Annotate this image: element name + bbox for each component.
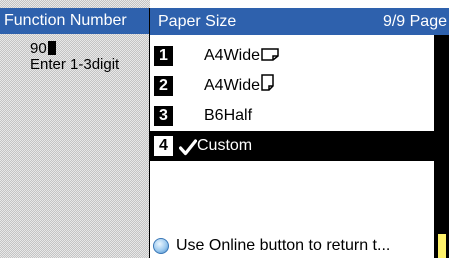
- paper-size-option-4[interactable]: 4 Custom: [150, 131, 434, 161]
- option-label: Custom: [197, 137, 253, 154]
- option-label-row: A4Wide: [204, 71, 274, 102]
- page-indicator: 9/9 Page: [382, 13, 447, 30]
- text-cursor-icon: [47, 41, 56, 55]
- option-label: A4Wide: [204, 77, 261, 94]
- option-label-row: A4Wide: [204, 41, 279, 72]
- scrollbar-track[interactable]: [434, 35, 449, 258]
- landscape-page-icon: [261, 42, 279, 72]
- paper-size-option-1[interactable]: 1 A4Wide: [150, 41, 434, 71]
- footer-text: Use Online button to return t...: [176, 237, 391, 254]
- option-number-badge: 3: [154, 106, 173, 126]
- paper-size-dialog: Paper Size 9/9 Page 1 A4Wide 2 A4Wide 3 …: [149, 8, 449, 258]
- option-label: B6Half: [204, 107, 253, 124]
- paper-size-list: 1 A4Wide 2 A4Wide 3 B6Half 4 Custom: [150, 41, 434, 161]
- function-number-hint: Enter 1-3digit: [30, 56, 120, 73]
- function-number-header: Function Number: [0, 8, 150, 34]
- function-number-value: 90: [30, 40, 47, 57]
- option-number-badge: 1: [154, 46, 173, 66]
- paper-size-option-3[interactable]: 3 B6Half: [150, 101, 434, 131]
- option-number-badge: 4: [154, 136, 173, 156]
- scrollbar-thumb[interactable]: [438, 234, 446, 258]
- option-label: A4Wide: [204, 47, 261, 64]
- checkmark-icon: [178, 137, 198, 167]
- online-button-icon: [153, 238, 169, 254]
- dialog-title: Paper Size: [158, 13, 237, 30]
- footer-hint: Use Online button to return t...: [150, 234, 434, 258]
- option-number-badge: 2: [154, 76, 173, 96]
- paper-size-option-2[interactable]: 2 A4Wide: [150, 71, 434, 101]
- paper-size-header: Paper Size 9/9 Page: [150, 8, 449, 35]
- function-number-panel: Function Number 90 Enter 1-3digit: [0, 0, 150, 258]
- portrait-page-icon: [261, 72, 274, 102]
